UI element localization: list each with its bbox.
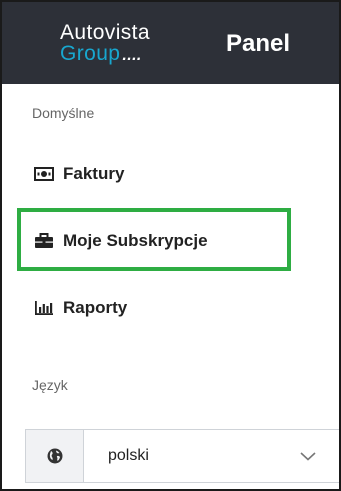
language-select[interactable]: polski — [25, 429, 339, 483]
chevron-down-icon — [299, 449, 317, 463]
logo-group-text: Group — [60, 42, 121, 65]
nav-item-invoices[interactable]: Faktury — [34, 162, 124, 186]
nav-item-label: Moje Subskrypcje — [63, 231, 208, 250]
bar-chart-icon — [34, 299, 54, 317]
briefcase-icon — [34, 232, 54, 250]
money-bill-icon — [34, 165, 54, 183]
globe-icon — [26, 430, 84, 482]
nav-item-label: Faktury — [63, 164, 125, 183]
nav-item-label: Raporty — [63, 298, 128, 317]
section-label-language: Język — [32, 377, 68, 393]
section-label-default: Domyślne — [32, 105, 95, 121]
panel-title: Panel — [226, 30, 291, 57]
logo-text-bottom: Group.... — [60, 43, 142, 67]
nav-item-reports[interactable]: Raporty — [34, 296, 127, 320]
language-selected-value: polski — [108, 447, 149, 464]
autovista-logo[interactable]: Autovista Group.... — [60, 22, 180, 70]
logo-text-top: Autovista — [60, 21, 150, 44]
header: Autovista Group.... Panel — [2, 2, 339, 84]
nav-item-subscriptions[interactable]: Moje Subskrypcje — [34, 229, 208, 253]
logo-dots: .... — [122, 47, 142, 64]
sidebar-panel: Autovista Group.... Panel Domyślne Faktu… — [0, 0, 341, 491]
